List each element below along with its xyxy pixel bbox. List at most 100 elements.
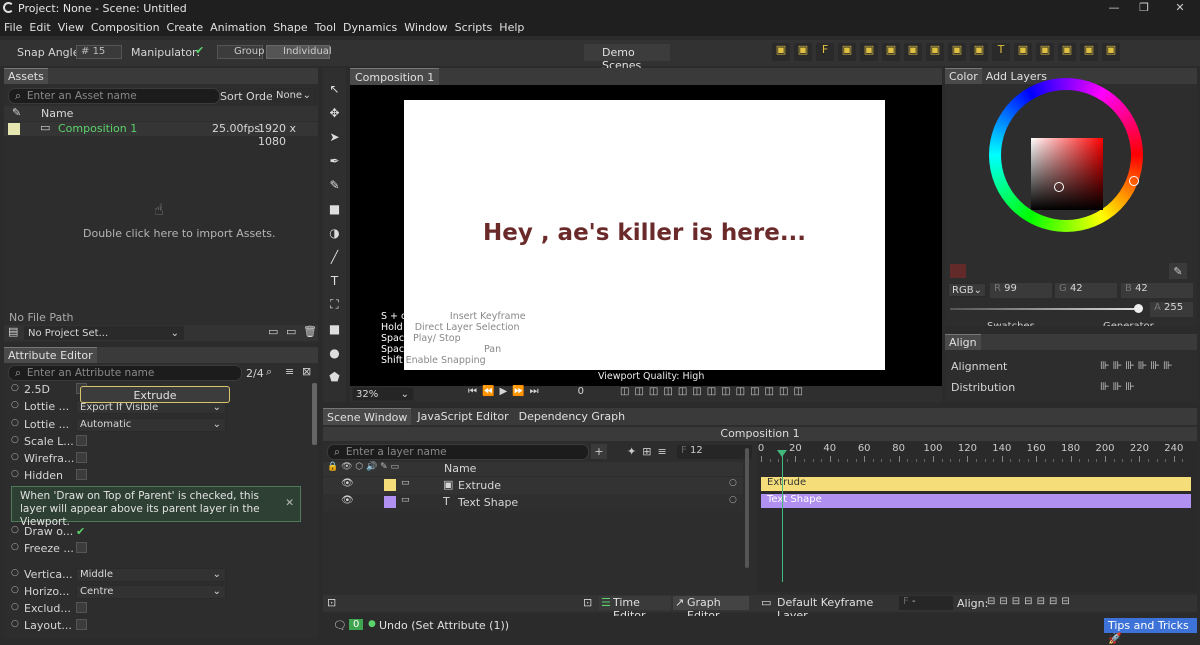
zoom-select[interactable]: 32% ⌄ [352,387,414,401]
graph-editor-button[interactable]: ↗Graph Editor [673,596,749,622]
ellipse-icon[interactable]: ● [326,344,344,361]
keyframe-dot-icon[interactable]: ○ [11,469,19,479]
frame-field[interactable]: F 12 [677,445,752,459]
keyframe-dot-icon[interactable]: ○ [11,619,19,629]
loop-icon[interactable]: ◫ [649,386,658,397]
menu-item-animation[interactable]: Animation [210,21,266,34]
t-icon[interactable]: T [992,43,1010,61]
next-frame-icon[interactable]: ⏩ [512,386,524,397]
last-frame-icon[interactable]: ⏭ [530,386,539,397]
tips-button[interactable]: Tips and Tricks 🚀 [1104,618,1197,645]
gear-icon[interactable]: ◫ [793,386,802,397]
keyframe-dot-icon[interactable]: ○ [11,602,19,612]
keyframe-dot-icon[interactable]: ○ [11,400,19,410]
attribute-checkbox[interactable] [76,469,87,481]
first-frame-icon[interactable]: ⏮ [468,386,477,397]
frame-icon[interactable]: ⊡ [583,596,592,609]
menu-item-composition[interactable]: Composition [91,21,160,34]
filter-icon[interactable]: ≡ [657,445,666,458]
keyframe-dot-icon[interactable]: ○ [11,418,19,428]
curve-icon[interactable]: ⊟ [1049,596,1057,607]
bars-icon[interactable]: ▣ [1058,43,1076,61]
keyframe-dot-icon[interactable]: ○ [11,452,19,462]
attribute-checkbox[interactable] [76,542,87,554]
grid-icon[interactable]: ⊞ [642,445,651,458]
keyframe-dot-icon[interactable]: ○ [11,525,19,535]
tab-scene-window[interactable]: Scene Window [323,408,412,425]
manipulator-check-icon[interactable]: ✔ [195,44,204,57]
distribute-button-icon[interactable]: ⊪ [1113,380,1123,393]
prev-frame-icon[interactable]: ⏪ [482,386,494,397]
menu-item-dynamics[interactable]: Dynamics [343,21,397,34]
ruler-icon[interactable]: ◫ [692,386,701,397]
asset-search-input[interactable]: ⌕ Enter an Asset name [8,88,220,104]
tab-dependency-graph[interactable]: Dependency Graph [515,408,629,425]
monitor-small-icon[interactable]: ▭ [286,325,296,338]
layer-row[interactable]: 👁 ▭ ▣ Extrude ○ [323,477,743,494]
timeline-bar-text-shape[interactable]: Text Shape [761,494,1191,508]
transform-icon[interactable]: ✥ [326,104,344,121]
align-center-icon[interactable]: ⊟ [999,596,1007,607]
layer-toggle-icon[interactable]: ▭ [401,478,410,488]
r-field[interactable]: R 99 [990,283,1052,298]
pen-icon[interactable]: ✒ [326,152,344,169]
rectangle-icon[interactable]: ■ [326,320,344,337]
crop-icon[interactable]: ⛶ [326,296,344,313]
default-keyframe-layer[interactable]: ▭Default Keyframe Layer [759,596,889,622]
attribute-select[interactable]: Middle ⌄ [76,567,226,582]
polygon-icon[interactable]: ⬟ [326,368,344,385]
attribute-select[interactable]: Automatic ⌄ [76,417,226,432]
line-icon[interactable]: ╱ [326,248,344,265]
align-button-icon[interactable]: ⊪ [1113,359,1123,372]
demo-scenes-button[interactable]: Demo Scenes [584,44,670,72]
current-color-swatch[interactable] [950,264,966,278]
layers-icon[interactable]: ◫ [750,386,759,397]
eye-icon[interactable]: 👁 [341,478,354,489]
monitor-icon[interactable]: ◫ [707,386,716,397]
cube-icon[interactable]: ▣ [794,43,812,61]
tab-align[interactable]: Align [945,334,981,350]
align-button-icon[interactable]: ⊪ [1100,359,1110,372]
maximize-icon[interactable]: ❐ [1134,1,1154,14]
viewport-canvas[interactable]: Hey , ae's killer is here... S + click p… [350,85,942,386]
move-icon[interactable]: ▣ [904,43,922,61]
layer-color-swatch[interactable] [384,479,396,491]
keyframe-dot-icon[interactable]: ○ [11,568,19,578]
snapshot-icon[interactable]: ⊡ [327,596,336,609]
timeline-bar-extrude[interactable]: Extrude [761,477,1191,491]
asset-row-composition[interactable]: ▭ Composition 1 25.00fps 1920 x 1080 [4,121,318,148]
layer-row[interactable]: 👁 ▭ T Text Shape ○ [323,494,743,511]
color-mode-select[interactable]: RGB ⌄ [948,283,986,297]
sort-order-select[interactable]: None ⌄ [272,88,316,102]
tab-attribute-editor[interactable]: Attribute Editor [4,347,97,363]
tool-icon[interactable]: ▣ [970,43,988,61]
layers-icon[interactable]: ▣ [1036,43,1054,61]
scatter-icon[interactable]: ▣ [838,43,856,61]
color-wheel[interactable] [989,78,1143,232]
menu-item-window[interactable]: Window [404,21,447,34]
tab-javascript-editor[interactable]: JavaScript Editor [413,408,512,425]
arrow-icon[interactable]: ▣ [860,43,878,61]
layer-search-input[interactable]: ⌕ Enter a layer name [327,444,589,460]
text-tool-icon[interactable]: T [326,272,344,289]
playhead[interactable] [776,450,787,582]
attribute-select[interactable]: Centre ⌄ [76,584,226,599]
speaker-icon[interactable]: ◫ [634,386,643,397]
individual-button[interactable]: Individual [266,45,332,59]
keyframe-dot-icon[interactable]: ○ [11,435,19,445]
hue-picker[interactable] [1129,176,1139,186]
composition-text[interactable]: Hey , ae's killer is here... [404,220,885,246]
layer-scrollbar[interactable] [745,448,749,568]
close-icon[interactable]: ✕ [1170,1,1190,14]
generator-tab[interactable]: Generator [1103,321,1154,326]
keyframe-dot-icon[interactable]: ○ [11,383,19,393]
menu-item-view[interactable]: View [58,21,84,34]
alpha-slider-handle[interactable] [1134,304,1143,313]
add-layer-icon[interactable]: + [591,444,607,459]
dots-icon[interactable]: ▣ [926,43,944,61]
close-box-icon[interactable]: ⊠ [302,365,311,378]
b-field[interactable]: B 42 [1121,283,1193,298]
stack-icon[interactable]: ▣ [1014,43,1032,61]
f-icon[interactable]: F [816,43,834,61]
fill-icon[interactable]: ◑ [326,224,344,241]
